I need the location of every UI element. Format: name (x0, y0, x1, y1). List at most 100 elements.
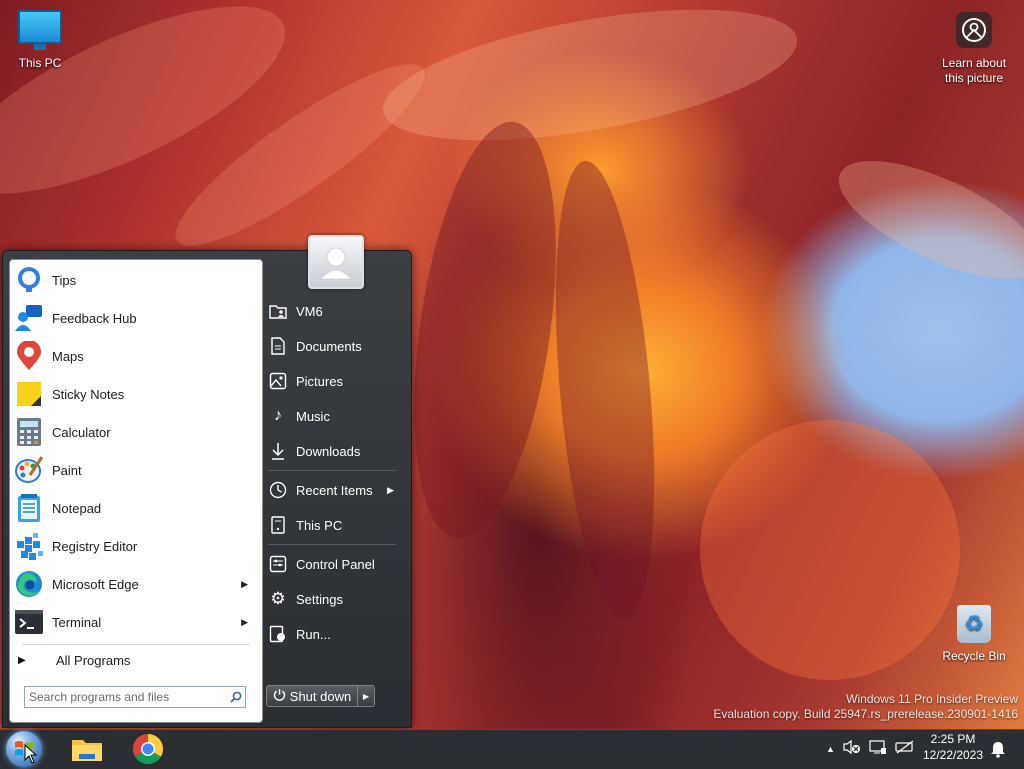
taskbar-chrome[interactable] (131, 732, 165, 766)
power-icon (273, 688, 286, 704)
control-panel-icon (268, 554, 288, 574)
program-label: Terminal (52, 614, 102, 630)
pictures-icon (268, 371, 288, 391)
desktop-icon-this-pc[interactable]: This PC (0, 10, 80, 70)
notification-icon (991, 741, 1005, 758)
programs-pane: Tips Feedback Hub Maps Sticky Notes Calc (9, 259, 263, 723)
divider (268, 544, 396, 545)
run-icon (268, 624, 288, 644)
desktop-icon-label: This PC (18, 56, 62, 70)
submenu-arrow-icon: ▶ (241, 578, 248, 589)
desktop-icon-label: Learn about (941, 56, 1007, 70)
submenu-arrow-icon: ▶ (241, 616, 248, 627)
edge-icon (14, 569, 44, 599)
start-item-control-panel[interactable]: Control Panel (262, 549, 398, 579)
start-item-label: VM6 (296, 303, 323, 319)
all-programs-label: All Programs (56, 652, 131, 668)
volume-muted-icon[interactable] (843, 739, 861, 758)
recycle-bin-icon: ♻ (957, 605, 991, 643)
search-icon[interactable] (227, 691, 245, 703)
start-item-recent-items[interactable]: Recent Items ▶ (262, 475, 398, 505)
submenu-arrow-icon: ▶ (387, 484, 394, 495)
start-item-run[interactable]: Run... (262, 619, 398, 649)
desktop-icon-label: this picture (944, 71, 1004, 85)
program-label: Sticky Notes (52, 386, 125, 402)
program-label: Paint (52, 462, 82, 478)
shutdown-group: Shut down ▶ (266, 685, 375, 707)
program-registry-editor[interactable]: Registry Editor (14, 528, 258, 564)
start-item-label: Control Panel (296, 556, 375, 572)
maps-icon (14, 341, 44, 371)
shutdown-options-button[interactable]: ▶ (358, 685, 375, 707)
search-input[interactable] (25, 689, 227, 705)
shutdown-button[interactable]: Shut down (266, 685, 358, 707)
evaluation-watermark: Windows 11 Pro Insider Preview Evaluatio… (713, 692, 1018, 722)
search-box[interactable] (24, 686, 246, 708)
program-microsoft-edge[interactable]: Microsoft Edge ▶ (14, 566, 258, 602)
terminal-icon (14, 607, 44, 637)
start-item-label: This PC (296, 517, 343, 533)
start-item-label: Pictures (296, 373, 343, 389)
show-hidden-icons-icon[interactable]: ▲ (826, 744, 835, 754)
start-item-label: Music (296, 408, 330, 424)
this-pc-icon (268, 515, 288, 535)
start-item-label: Run... (296, 626, 331, 642)
program-sticky-notes[interactable]: Sticky Notes (14, 376, 258, 412)
start-item-label: Recent Items (296, 482, 373, 498)
notification-button[interactable] (990, 729, 1006, 768)
downloads-icon (268, 441, 288, 461)
mouse-pointer-icon (24, 744, 38, 764)
program-paint[interactable]: Paint (14, 452, 258, 488)
feedback-hub-icon (14, 303, 44, 333)
program-tips[interactable]: Tips (14, 262, 258, 298)
start-item-label: Downloads (296, 443, 361, 459)
start-item-label: Documents (296, 338, 362, 354)
battery-icon[interactable] (895, 739, 915, 758)
registry-editor-icon (14, 531, 44, 561)
program-label: Notepad (52, 500, 102, 516)
program-label: Feedback Hub (52, 310, 137, 326)
paint-icon (14, 455, 44, 485)
watermark-line: Evaluation copy. Build 25947.rs_prerelea… (713, 707, 1018, 721)
taskbar-file-explorer[interactable] (70, 732, 104, 766)
taskbar-clock[interactable]: 2:25 PM 12/22/2023 (918, 731, 988, 763)
monitor-icon (18, 10, 62, 50)
desktop-icon-recycle-bin[interactable]: ♻ Recycle Bin (934, 605, 1014, 663)
network-icon[interactable] (869, 739, 887, 758)
shutdown-label: Shut down (289, 688, 352, 704)
watermark-line: Windows 11 Pro Insider Preview (846, 692, 1018, 706)
start-item-this-pc[interactable]: This PC (262, 510, 398, 540)
program-maps[interactable]: Maps (14, 338, 258, 374)
camera-icon (956, 12, 992, 48)
start-item-music[interactable]: ♪ Music (262, 401, 398, 431)
start-item-label: Settings (296, 591, 343, 607)
desktop-icon-learn-about-picture[interactable]: Learn about this picture (934, 12, 1014, 86)
tips-icon (14, 265, 44, 295)
clock-time: 2:25 PM (930, 732, 976, 746)
sticky-notes-icon (14, 379, 44, 409)
file-explorer-icon (72, 740, 102, 761)
start-item-documents[interactable]: Documents (262, 331, 398, 361)
start-item-downloads[interactable]: Downloads (262, 436, 398, 466)
user-avatar[interactable] (308, 235, 364, 289)
notepad-icon (14, 493, 44, 523)
user-folder-icon (268, 301, 288, 321)
start-item-settings[interactable]: ⚙ Settings (262, 584, 398, 614)
documents-icon (268, 336, 288, 356)
music-icon: ♪ (274, 407, 282, 424)
clock-date: 12/22/2023 (922, 748, 984, 762)
program-calculator[interactable]: Calculator (14, 414, 258, 450)
chevron-right-icon: ▶ (362, 691, 370, 701)
program-label: Maps (52, 348, 84, 364)
all-programs-button[interactable]: ▶ All Programs (14, 642, 258, 678)
program-terminal[interactable]: Terminal ▶ (14, 604, 258, 640)
recent-items-icon (268, 480, 288, 500)
program-feedback-hub[interactable]: Feedback Hub (14, 300, 258, 336)
program-notepad[interactable]: Notepad (14, 490, 258, 526)
system-tray: ▲ (826, 729, 916, 768)
chrome-icon (132, 734, 164, 765)
program-label: Tips (52, 272, 77, 288)
start-item-pictures[interactable]: Pictures (262, 366, 398, 396)
expand-arrow-icon: ▶ (18, 654, 26, 666)
start-item-vm6[interactable]: VM6 (262, 296, 398, 326)
